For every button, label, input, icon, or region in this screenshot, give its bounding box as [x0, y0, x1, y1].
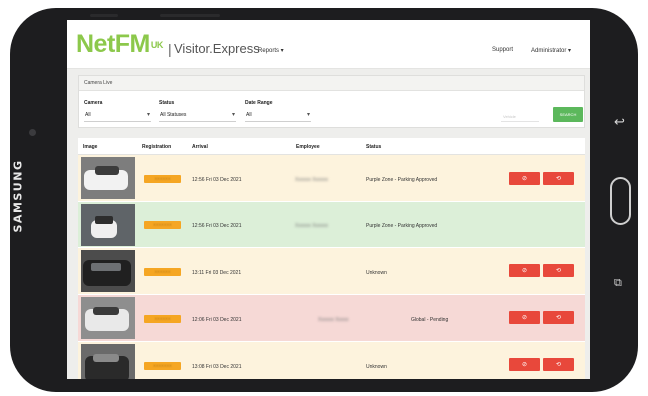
cancel-circle-icon: ⊘: [521, 176, 528, 182]
car-window: [95, 216, 113, 224]
recents-icon[interactable]: ⧉: [614, 276, 622, 289]
administrator-menu[interactable]: Administrator ▾: [531, 47, 571, 54]
visit-status: Global - Pending: [411, 317, 449, 323]
chevron-down-icon: ▾: [306, 112, 310, 118]
car-window: [93, 307, 119, 315]
search-button[interactable]: SEARCH: [553, 107, 583, 122]
column-header-employee: Employee: [296, 144, 320, 150]
deny-button[interactable]: ⊘: [509, 264, 540, 277]
filter-panel: Camera Live Camera All ▾ Status All Stat…: [78, 75, 585, 128]
table-header: Image Registration Arrival Employee Stat…: [78, 138, 585, 155]
vehicle-image[interactable]: [81, 204, 135, 246]
retry-button[interactable]: ⟲: [543, 172, 574, 185]
product-name: Visitor.Express: [174, 41, 260, 56]
table-row[interactable]: XXXXXX 12:56 Fri 03 Dec 2021 Xxxxxx Xxxx…: [78, 155, 585, 202]
table-row[interactable]: XXXXXX 13:11 Fri 03 Dec 2021 Unknown ⊘ ⟲: [78, 248, 585, 295]
power-button: [160, 14, 220, 17]
employee-name: Xxxxxx Xxxxxx: [295, 177, 329, 183]
arrival-time: 12:56 Fri 03 Dec 2021: [192, 177, 242, 183]
cancel-circle-icon: ⊘: [521, 268, 528, 274]
arrival-time: 13:08 Fri 03 Dec 2021: [192, 364, 242, 370]
reports-menu[interactable]: Reports ▾: [258, 47, 284, 54]
back-arrow-icon[interactable]: ↩: [614, 116, 625, 129]
employee-name: Xxxxxx Xxxxx: [318, 317, 349, 323]
registration-text: XXXXXXX: [153, 363, 172, 368]
car-window: [91, 263, 121, 271]
registration-text: XXXXXX: [154, 176, 171, 181]
retry-button[interactable]: ⟲: [543, 358, 574, 371]
vehicle-image[interactable]: [81, 157, 135, 199]
retry-button[interactable]: ⟲: [543, 311, 574, 324]
home-button[interactable]: [610, 177, 631, 225]
front-camera-icon: [29, 129, 36, 136]
table-row[interactable]: XXXXXXX 12:56 Fri 03 Dec 2021 Xxxxxx Xxx…: [78, 202, 585, 248]
panel-title: Camera Live: [84, 80, 113, 86]
car-window: [95, 166, 119, 175]
deny-button[interactable]: ⊘: [509, 358, 540, 371]
date-range-select-value: All: [246, 112, 252, 118]
logo-superscript: UK: [150, 40, 164, 50]
column-header-status: Status: [366, 144, 382, 150]
registration-plate: XXXXXX: [144, 175, 181, 183]
cancel-circle-icon: ⊘: [521, 315, 528, 321]
registration-text: XXXXXX: [154, 316, 171, 321]
employee-name: Xxxxxx Xxxxxx: [295, 223, 329, 229]
registration-plate: XXXXXXX: [144, 221, 181, 229]
column-header-arrival: Arrival: [192, 144, 208, 150]
deny-button[interactable]: ⊘: [509, 172, 540, 185]
chevron-down-icon: ▾: [231, 112, 235, 118]
car-window: [93, 354, 119, 362]
registration-plate: XXXXXX: [144, 315, 181, 323]
vehicle-image[interactable]: [81, 250, 135, 292]
netfm-logo: NetFMUK: [76, 32, 163, 57]
status-select[interactable]: All Statuses ▾: [159, 111, 236, 122]
refresh-icon: ⟲: [555, 268, 562, 274]
refresh-icon: ⟲: [555, 176, 562, 182]
vehicle-image[interactable]: [81, 297, 135, 339]
arrival-time: 12:06 Fri 03 Dec 2021: [192, 317, 242, 323]
registration-text: XXXXXXX: [153, 222, 172, 227]
retry-button[interactable]: ⟲: [543, 264, 574, 277]
visit-status: Purple Zone - Parking Approved: [366, 223, 438, 229]
vehicle-search-input[interactable]: Vehicle: [501, 112, 539, 122]
device-brand: SAMSUNG: [11, 159, 25, 233]
arrival-time: 12:56 Fri 03 Dec 2021: [192, 223, 242, 229]
vehicle-placeholder: Vehicle: [503, 114, 516, 119]
logo-text: NetFM: [76, 30, 150, 58]
registration-plate: XXXXXX: [144, 268, 181, 276]
table-row[interactable]: XXXXXX 12:06 Fri 03 Dec 2021 Xxxxxx Xxxx…: [78, 295, 585, 342]
visit-status: Purple Zone - Parking Approved: [366, 177, 438, 183]
column-header-registration: Registration: [142, 144, 172, 150]
camera-live-table: Image Registration Arrival Employee Stat…: [78, 138, 585, 379]
status-label: Status: [159, 100, 175, 106]
tablet-screen: NetFMUK | Visitor.Express Reports ▾ Supp…: [67, 20, 590, 379]
deny-button[interactable]: ⊘: [509, 311, 540, 324]
visit-status: Unknown: [366, 270, 387, 276]
search-button-label: SEARCH: [559, 112, 577, 117]
visit-status: Unknown: [366, 364, 387, 370]
date-range-label: Date Range: [245, 100, 273, 106]
vehicle-image[interactable]: [81, 344, 135, 379]
camera-select-value: All: [85, 112, 91, 118]
camera-select[interactable]: All ▾: [84, 111, 151, 122]
panel-header: Camera Live: [79, 76, 584, 91]
logo-separator: |: [168, 41, 172, 57]
camera-label: Camera: [84, 100, 103, 106]
refresh-icon: ⟲: [555, 315, 562, 321]
chevron-down-icon: ▾: [146, 112, 150, 118]
registration-text: XXXXXX: [154, 269, 171, 274]
cancel-circle-icon: ⊘: [521, 362, 528, 368]
top-navbar: NetFMUK | Visitor.Express Reports ▾ Supp…: [67, 20, 590, 69]
registration-plate: XXXXXXX: [144, 362, 181, 370]
support-link[interactable]: Support: [492, 47, 513, 53]
status-select-value: All Statuses: [160, 112, 187, 118]
arrival-time: 13:11 Fri 03 Dec 2021: [192, 270, 242, 276]
date-range-select[interactable]: All ▾: [245, 111, 311, 122]
table-row[interactable]: XXXXXXX 13:08 Fri 03 Dec 2021 Unknown ⊘ …: [78, 342, 585, 379]
refresh-icon: ⟲: [555, 362, 562, 368]
column-header-image: Image: [83, 144, 98, 150]
volume-button: [90, 14, 118, 17]
